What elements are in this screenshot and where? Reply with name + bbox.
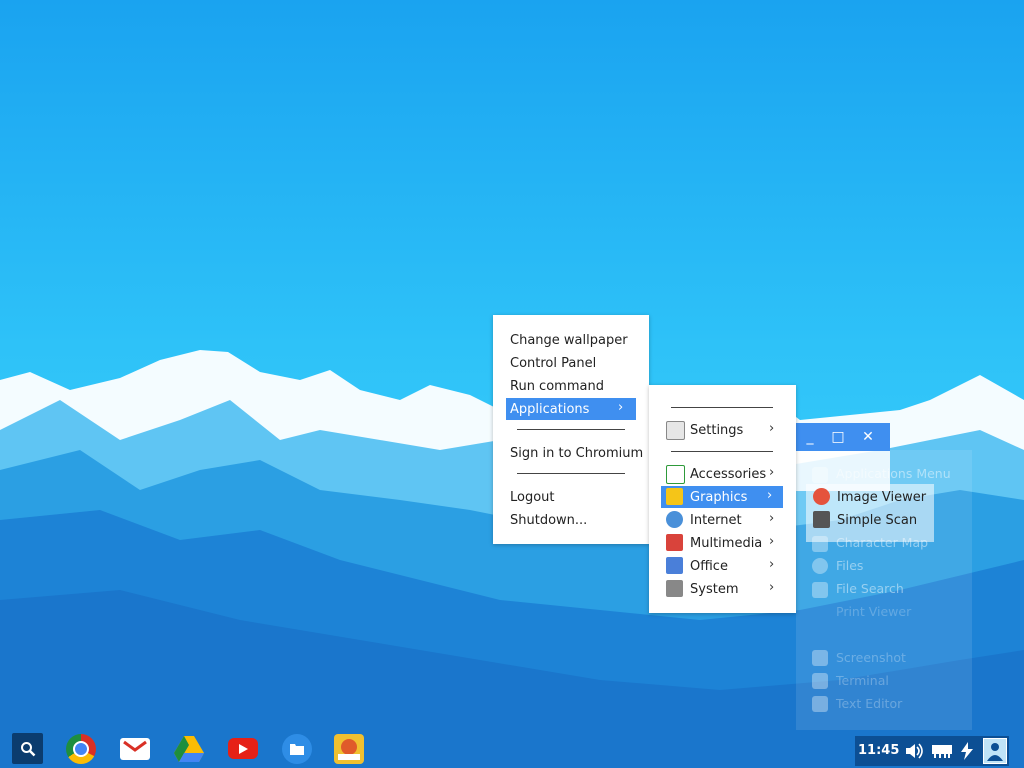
menu-item-label: Image Viewer: [837, 489, 927, 505]
menu-item-label: Graphics: [690, 489, 748, 505]
menu-separator: [517, 473, 625, 474]
user-avatar-icon[interactable]: [983, 738, 1007, 764]
graphics-submenu: Image Viewer Simple Scan: [806, 484, 934, 542]
ghost-item: Files: [836, 558, 864, 573]
search-icon[interactable]: [12, 733, 43, 764]
settings-icon: [666, 421, 685, 440]
office-icon: [666, 557, 683, 574]
desktop-context-menu: Change wallpaper Control Panel Run comma…: [493, 315, 649, 544]
menu-item-change-wallpaper[interactable]: Change wallpaper: [506, 329, 640, 351]
menu-item-label: Logout: [510, 489, 555, 505]
system-icon: [666, 580, 683, 597]
menu-item-label: Sign in to Chromium: [510, 445, 644, 461]
gmail-icon[interactable]: [120, 738, 150, 760]
ghost-app-icon: [812, 467, 828, 483]
menu-item-shutdown[interactable]: Shutdown...: [506, 509, 640, 531]
menu-item-multimedia[interactable]: Multimedia ›: [661, 532, 785, 554]
ghost-item: File Search: [836, 581, 904, 596]
menu-separator: [671, 451, 773, 452]
menu-item-image-viewer[interactable]: Image Viewer: [808, 486, 932, 508]
menu-item-applications[interactable]: Applications ›: [506, 398, 636, 420]
chevron-right-icon: ›: [769, 511, 775, 526]
accessories-icon: [666, 465, 685, 484]
ghost-app-icon: [812, 582, 828, 598]
ghost-item: Text Editor: [836, 696, 903, 711]
graphics-icon: [666, 488, 683, 505]
ghost-app-icon: [812, 696, 828, 712]
ghost-item: Applications Menu: [836, 466, 951, 481]
menu-item-label: Multimedia: [690, 535, 763, 551]
drive-icon[interactable]: [174, 734, 204, 764]
scanner-icon: [813, 511, 830, 528]
menu-item-simple-scan[interactable]: Simple Scan: [808, 509, 932, 531]
menu-item-accessories[interactable]: Accessories ›: [661, 463, 785, 485]
ghost-app-icon: [812, 673, 828, 689]
chevron-right-icon: ›: [769, 580, 775, 595]
chevron-right-icon: ›: [769, 421, 775, 436]
menu-item-label: Internet: [690, 512, 742, 528]
menu-item-control-panel[interactable]: Control Panel: [506, 352, 640, 374]
menu-item-label: Simple Scan: [837, 512, 918, 528]
menu-item-graphics[interactable]: Graphics ›: [661, 486, 783, 508]
chevron-right-icon: ›: [769, 534, 775, 549]
menu-item-logout[interactable]: Logout: [506, 486, 640, 508]
menu-item-label: Settings: [690, 422, 744, 438]
menu-separator: [517, 429, 625, 430]
menu-item-internet[interactable]: Internet ›: [661, 509, 785, 531]
multimedia-icon: [666, 534, 683, 551]
chevron-right-icon: ›: [769, 465, 775, 480]
menu-item-system[interactable]: System ›: [661, 578, 785, 600]
chevron-right-icon: ›: [767, 488, 773, 503]
ghost-app-icon: [812, 650, 828, 666]
chromium-center: [73, 741, 89, 757]
game-icon[interactable]: [334, 734, 364, 764]
chevron-right-icon: ›: [769, 557, 775, 572]
menu-item-label: Control Panel: [510, 355, 597, 371]
files-icon[interactable]: [282, 734, 312, 764]
maximize-button[interactable]: □: [824, 423, 852, 451]
network-icon[interactable]: [931, 742, 953, 760]
applications-submenu: Settings › Accessories › Graphics › Inte…: [649, 385, 796, 613]
menu-item-label: Shutdown...: [510, 512, 588, 528]
menu-separator: [671, 407, 773, 408]
chromium-icon[interactable]: [66, 734, 96, 764]
menu-item-label: Office: [690, 558, 728, 574]
menu-item-office[interactable]: Office ›: [661, 555, 785, 577]
close-button[interactable]: ✕: [854, 423, 882, 451]
menu-item-sign-in[interactable]: Sign in to Chromium: [506, 442, 644, 464]
clock[interactable]: 11:45: [858, 743, 899, 758]
menu-item-label: System: [690, 581, 739, 597]
ghost-item: Terminal: [836, 673, 889, 688]
minimize-button[interactable]: _: [796, 423, 824, 451]
chevron-right-icon: ›: [618, 400, 624, 415]
ghost-item: Screenshot: [836, 650, 906, 665]
volume-icon[interactable]: [904, 741, 924, 761]
menu-item-settings[interactable]: Settings ›: [661, 419, 785, 441]
ghost-item: Print Viewer: [836, 604, 912, 619]
menu-item-label: Change wallpaper: [510, 332, 628, 348]
menu-item-label: Applications: [510, 401, 590, 417]
menu-item-run-command[interactable]: Run command: [506, 375, 640, 397]
menu-item-label: Run command: [510, 378, 604, 394]
menu-item-label: Accessories: [690, 466, 767, 482]
internet-icon: [666, 511, 683, 528]
background-window-titlebar: _ □ ✕: [796, 423, 890, 451]
ghost-app-icon: [812, 558, 828, 574]
image-viewer-icon: [813, 488, 830, 505]
power-icon[interactable]: [959, 742, 975, 760]
youtube-icon[interactable]: [228, 738, 258, 759]
